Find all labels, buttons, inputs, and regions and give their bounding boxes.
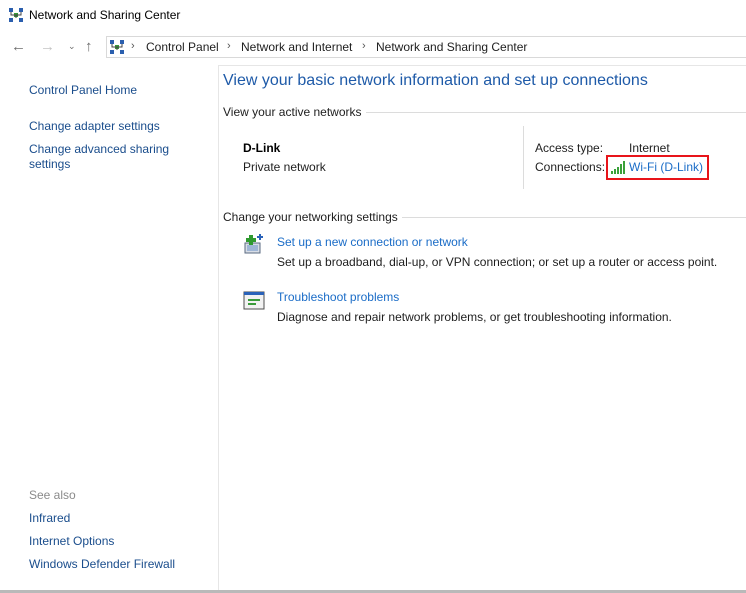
breadcrumb-separator[interactable]: › <box>131 40 135 52</box>
breadcrumb-network-and-sharing-center[interactable]: Network and Sharing Center <box>376 40 527 54</box>
sidebar-infrared[interactable]: Infrared <box>29 511 70 525</box>
access-type-label: Access type: <box>535 141 604 155</box>
sidebar-windows-defender-firewall[interactable]: Windows Defender Firewall <box>29 557 175 571</box>
recent-locations-chevron-icon[interactable]: ⌄ <box>68 41 76 52</box>
new-connection-icon <box>244 234 263 254</box>
content-divider <box>218 65 746 66</box>
sidebar-internet-options[interactable]: Internet Options <box>29 534 114 548</box>
see-also-heading: See also <box>29 488 76 502</box>
breadcrumb-network-and-internet[interactable]: Network and Internet <box>241 40 352 54</box>
sidebar-divider <box>218 65 219 593</box>
sidebar-control-panel-home[interactable]: Control Panel Home <box>29 83 137 97</box>
change-settings-heading: Change your networking settings <box>223 210 398 224</box>
up-arrow-icon[interactable]: ↑ <box>85 38 93 55</box>
troubleshoot-problems-link[interactable]: Troubleshoot problems <box>277 290 399 304</box>
window-title: Network and Sharing Center <box>29 8 181 22</box>
troubleshoot-problems-description: Diagnose and repair network problems, or… <box>277 310 672 324</box>
setup-new-connection-link[interactable]: Set up a new connection or network <box>277 235 468 249</box>
section-divider <box>402 217 746 218</box>
sidebar-change-advanced-sharing-settings[interactable]: Change advanced sharing settings <box>29 142 179 172</box>
wifi-connection-link[interactable]: Wi-Fi (D-Link) <box>629 160 703 174</box>
wifi-signal-icon <box>611 161 625 174</box>
back-arrow-icon[interactable]: ← <box>11 38 26 55</box>
troubleshoot-icon <box>243 291 265 310</box>
active-networks-heading: View your active networks <box>223 105 362 119</box>
breadcrumb-separator[interactable]: › <box>227 40 231 52</box>
setup-new-connection-description: Set up a broadband, dial-up, or VPN conn… <box>277 255 718 269</box>
forward-arrow-icon[interactable]: → <box>40 38 55 55</box>
section-divider <box>366 112 746 113</box>
network-center-icon <box>9 8 23 22</box>
breadcrumb-separator[interactable]: › <box>362 40 366 52</box>
page-title: View your basic network information and … <box>223 72 648 89</box>
network-center-icon <box>110 40 124 54</box>
breadcrumb-control-panel[interactable]: Control Panel <box>146 40 219 54</box>
network-name: D-Link <box>243 141 281 155</box>
access-type-value: Internet <box>629 141 670 155</box>
connections-label: Connections: <box>535 160 606 174</box>
network-info-divider <box>523 126 524 189</box>
network-type[interactable]: Private network <box>243 160 326 174</box>
sidebar-change-adapter-settings[interactable]: Change adapter settings <box>29 119 160 133</box>
